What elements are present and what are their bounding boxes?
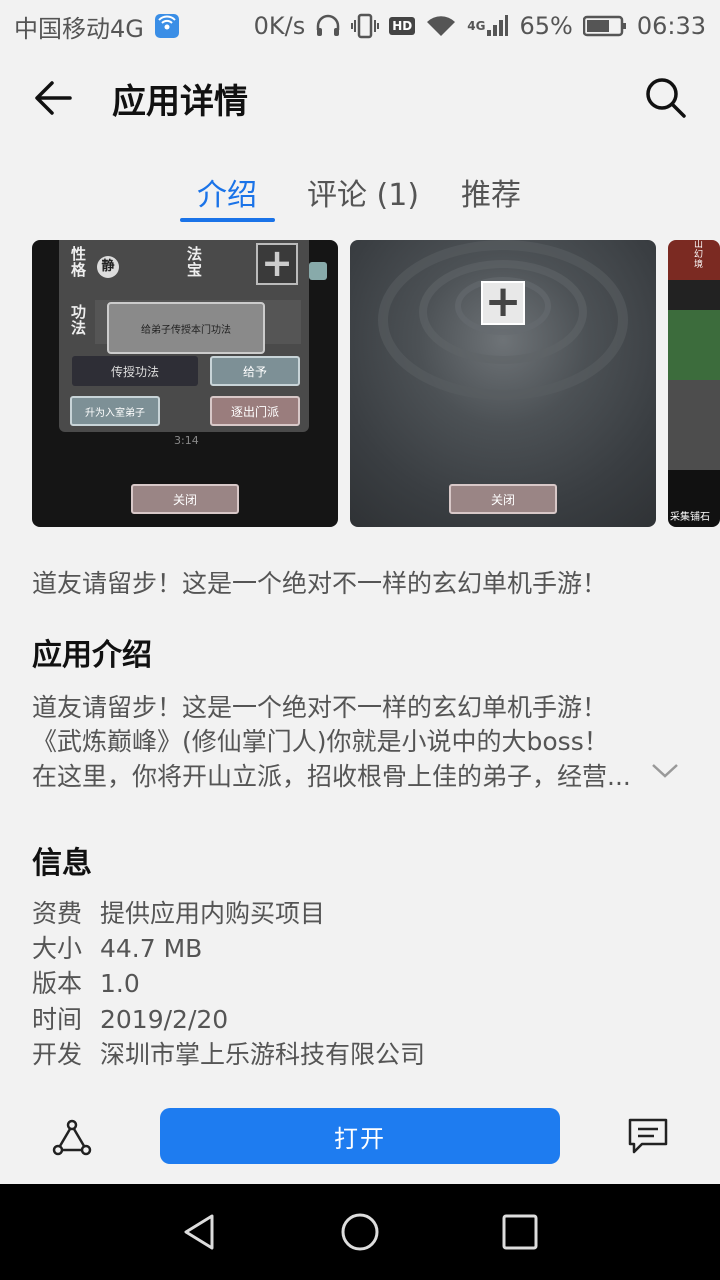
info-key: 开发: [32, 1040, 83, 1069]
label-fabao: 法宝: [187, 245, 203, 279]
back-button[interactable]: [30, 78, 80, 118]
tab-recommend[interactable]: 推荐: [461, 170, 521, 214]
info-row-fee: 资费 提供应用内购买项目: [32, 894, 325, 930]
label-xingge: 性格: [71, 245, 87, 279]
info-key: 版本: [32, 969, 83, 998]
expand-chevron-icon[interactable]: [650, 760, 680, 780]
carrier-label: 中国移动4G: [14, 14, 144, 43]
detail-tabs: 介绍 评论 (1) 推荐: [0, 160, 720, 228]
status-right: 0K/s HD 4G 65% 06:33: [254, 12, 706, 40]
share-button[interactable]: [52, 1118, 92, 1158]
nav-home-button[interactable]: [340, 1212, 380, 1252]
network-type: 4G: [467, 19, 486, 33]
info-value: 44.7 MB: [100, 934, 203, 963]
comment-button[interactable]: [626, 1116, 670, 1156]
headphones-icon: [315, 14, 341, 38]
screenshot-1[interactable]: 性格 静 法宝 + 功法 给弟子传授本门功法 传授功法 给予 升为入室弟子 逐出…: [32, 240, 338, 527]
tooltip-bubble: 给弟子传授本门功法: [107, 302, 265, 354]
add-icon: +: [481, 280, 525, 325]
teach-button: 传授功法: [72, 356, 198, 386]
hotspot-icon: [154, 13, 180, 39]
page-title: 应用详情: [112, 82, 248, 122]
wifi-icon: [425, 14, 457, 38]
status-left: 中国移动4G: [14, 9, 180, 44]
info-row-date: 时间 2019/2/20: [32, 1000, 228, 1036]
screenshot-gallery[interactable]: 性格 静 法宝 + 功法 给弟子传授本门功法 传授功法 给予 升为入室弟子 逐出…: [0, 240, 720, 528]
info-row-size: 大小 44.7 MB: [32, 929, 202, 965]
nav-back-button[interactable]: [180, 1212, 220, 1252]
battery-percent: 65%: [519, 12, 573, 40]
info-value: 提供应用内购买项目: [100, 899, 326, 928]
screenshot-2-close: 关闭: [449, 484, 557, 514]
square-recents-icon: [502, 1214, 538, 1250]
intro-line-2: 《武炼巅峰》(修仙掌门人)你就是小说中的大boss！: [32, 727, 609, 756]
nav-recents-button[interactable]: [500, 1212, 540, 1252]
intro-line-3: 在这里，你将开山立派，招收根骨上佳的弟子，经营...: [32, 762, 631, 791]
info-value: 2019/2/20: [100, 1005, 229, 1034]
info-key: 大小: [32, 934, 83, 963]
intro-title: 应用介绍: [32, 638, 152, 673]
info-key: 时间: [32, 1005, 83, 1034]
search-button[interactable]: [642, 74, 690, 122]
back-arrow-icon: [35, 81, 72, 115]
network-speed: 0K/s: [253, 12, 306, 40]
info-title: 信息: [32, 846, 92, 881]
vibrate-icon: [351, 13, 380, 39]
shot3-bottom-label: 采集铺石: [670, 512, 710, 523]
screenshot-3[interactable]: 山幻境 采集铺石: [668, 240, 720, 527]
refresh-icon: [309, 262, 327, 280]
shot3-top-label: 山幻境: [694, 240, 704, 270]
info-row-version: 版本 1.0: [32, 964, 140, 1000]
info-row-developer: 开发 深圳市掌上乐游科技有限公司: [32, 1035, 425, 1071]
info-key: 资费: [32, 899, 83, 928]
label-gongfa: 功法: [71, 303, 87, 337]
battery-icon: [582, 14, 627, 38]
tab-intro[interactable]: 介绍: [197, 170, 257, 214]
triangle-back-icon: [184, 1214, 214, 1250]
screenshot-time: 3:14: [174, 434, 199, 447]
clock: 06:33: [636, 12, 706, 40]
system-nav-bar: [0, 1184, 720, 1280]
give-button: 给予: [210, 356, 300, 386]
screenshot-1-close: 关闭: [131, 484, 239, 514]
char-jing-badge: 静: [97, 256, 119, 278]
info-value: 深圳市掌上乐游科技有限公司: [100, 1040, 426, 1069]
open-button[interactable]: 打开: [160, 1108, 560, 1164]
screenshot-2[interactable]: + 关闭: [350, 240, 656, 527]
intro-line-1: 道友请留步！这是一个绝对不一样的玄幻单机手游！: [32, 693, 608, 722]
signal-icon: 4G: [467, 14, 509, 38]
app-tagline: 道友请留步！这是一个绝对不一样的玄幻单机手游！: [32, 569, 608, 598]
info-value: 1.0: [100, 969, 140, 998]
share-icon: [52, 1119, 92, 1156]
hd-badge: HD: [389, 17, 416, 35]
search-icon: [646, 78, 686, 118]
add-treasure-icon: +: [256, 243, 298, 285]
app-header: 应用详情: [0, 52, 720, 144]
status-bar: 中国移动4G 0K/s HD 4G 65% 06:33: [0, 0, 720, 52]
tab-comments[interactable]: 评论 (1): [307, 170, 419, 214]
tab-active-indicator: [180, 218, 275, 222]
circle-home-icon: [341, 1213, 379, 1251]
promote-button: 升为入室弟子: [70, 396, 160, 426]
expel-button: 逐出门派: [210, 396, 300, 426]
comment-icon: [628, 1118, 668, 1154]
